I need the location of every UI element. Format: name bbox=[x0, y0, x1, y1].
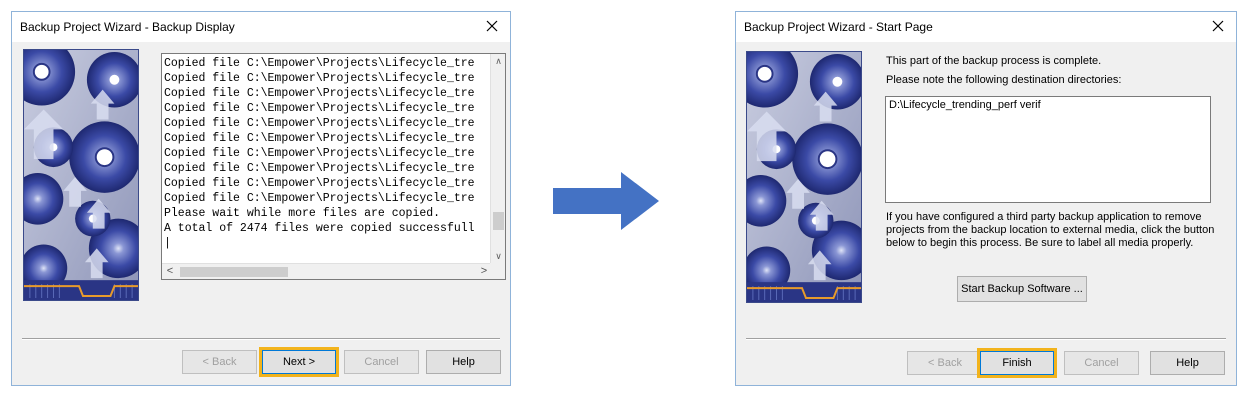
destination-directories-list[interactable]: D:\Lifecycle_trending_perf verif bbox=[885, 96, 1211, 203]
backup-log-textbox[interactable]: Copied file C:\Empower\Projects\Lifecycl… bbox=[161, 53, 506, 280]
log-line: Please wait while more files are copied. bbox=[164, 207, 441, 220]
log-line: Copied file C:\Empower\Projects\Lifecycl… bbox=[164, 87, 475, 100]
log-line: Copied file C:\Empower\Projects\Lifecycl… bbox=[164, 192, 475, 205]
log-line: Copied file C:\Empower\Projects\Lifecycl… bbox=[164, 102, 475, 115]
help-button[interactable]: Help bbox=[1150, 351, 1225, 375]
text-cursor: | bbox=[164, 237, 171, 250]
info-line: below to begin this process. Be sure to … bbox=[886, 237, 1194, 249]
wizard-disc-art bbox=[746, 51, 862, 303]
cancel-button[interactable]: Cancel bbox=[344, 350, 419, 374]
scrollbar-corner bbox=[490, 263, 505, 279]
scroll-up-arrow-icon[interactable]: ∧ bbox=[491, 54, 505, 69]
vertical-scroll-thumb[interactable] bbox=[493, 212, 504, 230]
log-line: Copied file C:\Empower\Projects\Lifecycl… bbox=[164, 177, 475, 190]
horizontal-scroll-thumb[interactable] bbox=[180, 267, 288, 277]
back-button[interactable]: < Back bbox=[182, 350, 257, 374]
right-arrow-icon bbox=[553, 172, 659, 230]
finish-button[interactable]: Finish bbox=[980, 351, 1054, 375]
start-page-dialog: Backup Project Wizard - Start Page This … bbox=[735, 11, 1237, 386]
dialog-title: Backup Project Wizard - Start Page bbox=[744, 20, 933, 34]
scroll-down-arrow-icon[interactable]: ∨ bbox=[491, 249, 505, 264]
back-button[interactable]: < Back bbox=[907, 351, 983, 375]
third-party-info-text: If you have configured a third party bac… bbox=[886, 211, 1216, 250]
log-line: Copied file C:\Empower\Projects\Lifecycl… bbox=[164, 147, 475, 160]
vertical-scrollbar[interactable]: ∧ ∨ bbox=[490, 54, 505, 264]
log-line: Copied file C:\Empower\Projects\Lifecycl… bbox=[164, 162, 475, 175]
button-separator bbox=[746, 338, 1226, 340]
log-lines: Copied file C:\Empower\Projects\Lifecycl… bbox=[164, 56, 480, 262]
cancel-button[interactable]: Cancel bbox=[1064, 351, 1139, 375]
close-icon[interactable] bbox=[482, 16, 502, 36]
log-line: Copied file C:\Empower\Projects\Lifecycl… bbox=[164, 72, 475, 85]
close-icon[interactable] bbox=[1208, 16, 1228, 36]
log-line: Copied file C:\Empower\Projects\Lifecycl… bbox=[164, 117, 475, 130]
scroll-left-arrow-icon[interactable]: < bbox=[162, 264, 178, 279]
horizontal-scrollbar[interactable]: < > bbox=[162, 263, 492, 279]
start-backup-software-button[interactable]: Start Backup Software ... bbox=[957, 276, 1087, 302]
info-line: projects from the backup location to ext… bbox=[886, 224, 1215, 236]
destination-directory: D:\Lifecycle_trending_perf verif bbox=[889, 99, 1041, 111]
info-line: If you have configured a third party bac… bbox=[886, 211, 1202, 223]
log-line: Copied file C:\Empower\Projects\Lifecycl… bbox=[164, 132, 475, 145]
button-separator bbox=[22, 338, 500, 340]
log-line: Copied file C:\Empower\Projects\Lifecycl… bbox=[164, 57, 475, 70]
title-bar: Backup Project Wizard - Start Page bbox=[736, 12, 1236, 42]
next-button[interactable]: Next > bbox=[262, 350, 336, 374]
help-button[interactable]: Help bbox=[426, 350, 501, 374]
backup-display-dialog: Backup Project Wizard - Backup Display C… bbox=[11, 11, 511, 386]
dialog-title: Backup Project Wizard - Backup Display bbox=[20, 20, 235, 34]
log-line: A total of 2474 files were copied succes… bbox=[164, 222, 475, 235]
title-bar: Backup Project Wizard - Backup Display bbox=[12, 12, 510, 42]
complete-message: This part of the backup process is compl… bbox=[886, 55, 1102, 67]
destination-note: Please note the following destination di… bbox=[886, 74, 1122, 86]
wizard-disc-art bbox=[23, 49, 139, 301]
